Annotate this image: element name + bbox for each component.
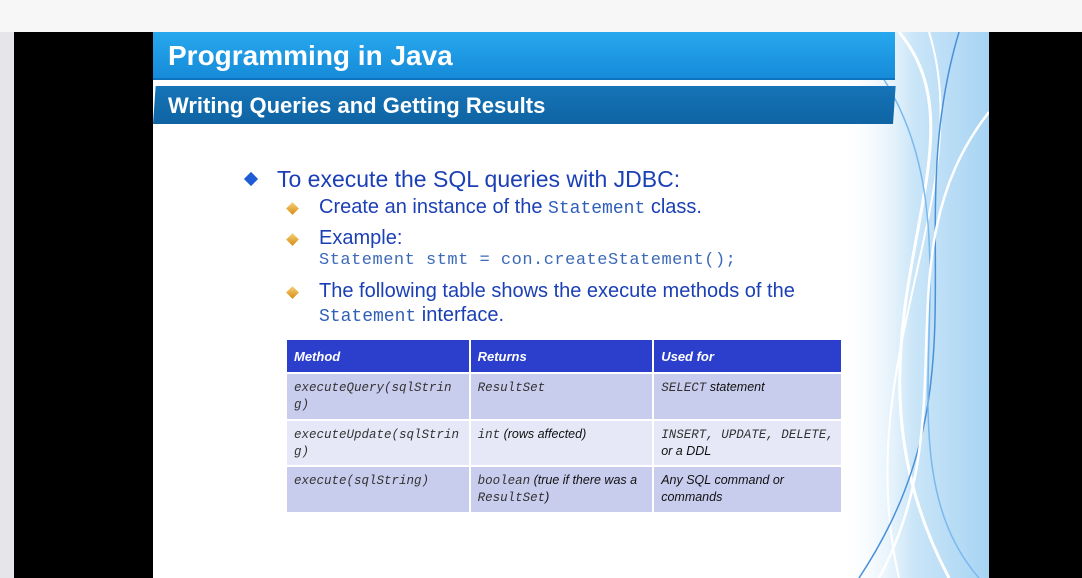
cell-used-for: Any SQL command or commands — [654, 467, 841, 512]
top-bar — [0, 0, 1082, 32]
slide: Programming in Java Writing Queries and … — [153, 32, 989, 578]
execute-methods-table: Method Returns Used for executeQuery(sql… — [285, 338, 843, 514]
sub1-suffix: class. — [645, 196, 702, 218]
sub3-code: Statement — [319, 307, 417, 327]
cell-used-for: SELECT statement — [654, 374, 841, 419]
sub1-code: Statement — [548, 199, 646, 219]
diamond-bullet-icon — [286, 202, 299, 215]
sub1-prefix: Create an instance of the — [319, 196, 549, 218]
cell-used-for: INSERT, UPDATE, DELETE, or a DDL — [654, 420, 841, 465]
cell-method: executeQuery(sqlString) — [287, 374, 469, 419]
cell-returns: int (rows affected) — [470, 420, 653, 465]
sub3-line2: Statement interface. — [319, 304, 504, 327]
table-header-row: Method Returns Used for — [287, 340, 841, 372]
left-strip — [0, 32, 14, 578]
cell-returns: boolean (true if there was a ResultSet) — [470, 467, 653, 512]
sub2-label: Example: — [319, 227, 403, 249]
slide-subtitle: Writing Queries and Getting Results — [168, 93, 546, 118]
col-header-returns: Returns — [470, 340, 653, 372]
table-row: execute(sqlString) boolean (true if ther… — [287, 467, 841, 512]
col-header-used-for: Used for — [654, 340, 841, 372]
diamond-bullet-icon — [286, 286, 299, 299]
cell-method: execute(sqlString) — [287, 467, 469, 512]
slide-title: Programming in Java — [168, 40, 453, 71]
bullet-main-text: To execute the SQL queries with JDBC: — [277, 166, 681, 192]
table-row: executeUpdate(sqlString) int (rows affec… — [287, 420, 841, 465]
col-header-method: Method — [287, 340, 469, 372]
sub3-line1: The following table shows the execute me… — [319, 280, 795, 302]
diamond-bullet-icon — [243, 171, 259, 187]
cell-returns: ResultSet — [470, 374, 653, 419]
sub3-suffix: interface. — [416, 304, 505, 326]
cell-method: executeUpdate(sqlString) — [287, 420, 469, 465]
example-code: Statement stmt = con.createStatement(); — [319, 251, 737, 270]
table-row: executeQuery(sqlString) ResultSet SELECT… — [287, 374, 841, 419]
diamond-bullet-icon — [286, 233, 299, 246]
